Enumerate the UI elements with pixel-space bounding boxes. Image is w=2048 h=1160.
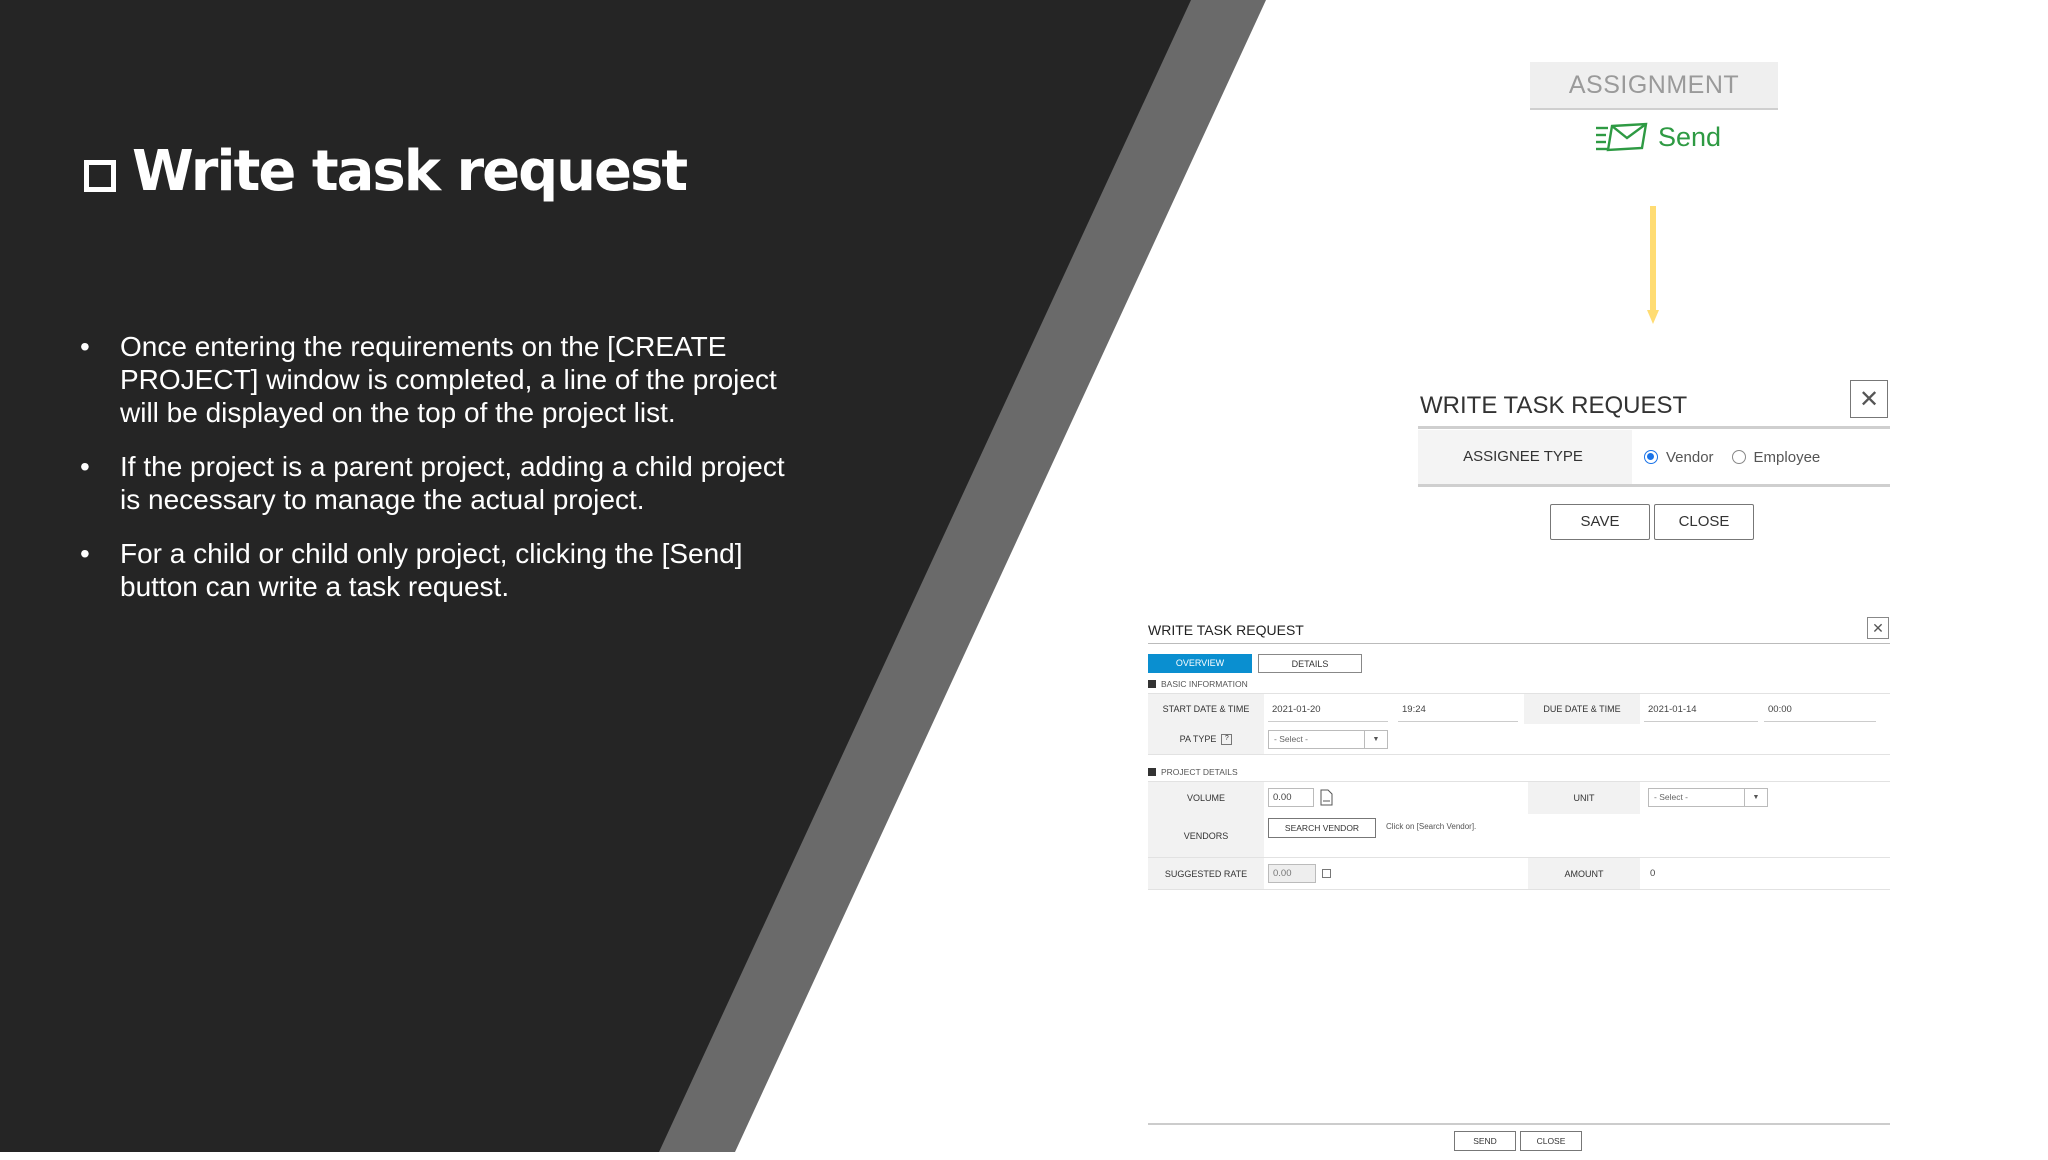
radio-employee[interactable] <box>1731 450 1746 464</box>
close-icon[interactable]: ✕ <box>1867 617 1889 639</box>
divider <box>1148 1123 1890 1125</box>
radio-vendor[interactable] <box>1644 450 1658 464</box>
start-date-field[interactable]: 2021-01-20 <box>1272 704 1321 715</box>
unit-label: UNIT <box>1528 782 1640 814</box>
section-label: BASIC INFORMATION <box>1161 679 1248 689</box>
section-icon <box>1148 768 1156 776</box>
divider <box>1418 426 1890 429</box>
send-label: Send <box>1658 121 1722 152</box>
bullet-item: If the project is a parent project, addi… <box>80 450 800 516</box>
volume-unit-row: VOLUME 0.00 UNIT - Select - ▼ <box>1148 781 1890 815</box>
start-date-label: START DATE & TIME <box>1148 694 1264 724</box>
slide-title: Write task request <box>84 132 688 212</box>
underline <box>1398 721 1518 722</box>
section-icon <box>1148 680 1156 688</box>
underline <box>1644 721 1758 722</box>
volume-input[interactable]: 0.00 <box>1268 788 1314 807</box>
checkbox-icon <box>84 160 116 192</box>
chevron-down-icon: ▼ <box>1364 731 1387 748</box>
vendors-row: VENDORS SEARCH VENDOR Click on [Search V… <box>1148 814 1890 858</box>
pa-type-row: PA TYPE? - Select - ▼ <box>1148 724 1890 755</box>
volume-label: VOLUME <box>1148 782 1264 814</box>
dialog-title: WRITE TASK REQUEST <box>1420 392 1688 419</box>
pa-type-label: PA TYPE? <box>1148 724 1264 754</box>
section-project-details: PROJECT DETAILS <box>1148 765 1238 779</box>
select-value: - Select - <box>1274 734 1309 744</box>
rate-amount-row: SUGGESTED RATE 0.00 AMOUNT 0 <box>1148 858 1890 890</box>
save-button[interactable]: SAVE <box>1550 504 1650 540</box>
assignee-type-row: ASSIGNEE TYPE Vendor Employee <box>1418 430 1890 484</box>
assignee-type-label: ASSIGNEE TYPE <box>1463 448 1583 465</box>
suggested-rate-input[interactable]: 0.00 <box>1268 864 1316 883</box>
close-icon[interactable]: ✕ <box>1850 380 1888 418</box>
due-time-field[interactable]: 00:00 <box>1768 704 1792 715</box>
amount-label: AMOUNT <box>1528 858 1640 889</box>
select-value: - Select - <box>1654 792 1689 802</box>
section-basic-information: BASIC INFORMATION <box>1148 677 1248 691</box>
bullet-item: For a child or child only project, click… <box>80 537 800 603</box>
amount-value: 0 <box>1650 868 1656 879</box>
pa-type-select[interactable]: - Select - ▼ <box>1268 730 1388 749</box>
envelope-icon <box>1596 122 1648 152</box>
bullet-item: Once entering the requirements on the [C… <box>80 330 800 429</box>
due-date-label: DUE DATE & TIME <box>1524 694 1640 724</box>
close-button[interactable]: CLOSE <box>1654 504 1754 540</box>
section-label: PROJECT DETAILS <box>1161 767 1238 777</box>
help-icon[interactable]: ? <box>1221 733 1233 745</box>
divider <box>1148 643 1890 644</box>
start-due-row: START DATE & TIME 2021-01-20 19:24 DUE D… <box>1148 693 1890 725</box>
unit-select[interactable]: - Select - ▼ <box>1648 788 1768 807</box>
bullet-list: Once entering the requirements on the [C… <box>80 330 800 624</box>
assignment-header: ASSIGNMENT <box>1530 62 1778 110</box>
tab-overview[interactable]: OVERVIEW <box>1148 654 1252 673</box>
radio-employee-label: Employee <box>1753 448 1821 466</box>
search-vendor-button[interactable]: SEARCH VENDOR <box>1268 818 1376 838</box>
underline <box>1764 721 1876 722</box>
due-date-field[interactable]: 2021-01-14 <box>1648 704 1697 715</box>
tab-details[interactable]: DETAILS <box>1258 654 1362 673</box>
pa-type-label-text: PA TYPE <box>1179 734 1217 744</box>
arrow-down-icon <box>1647 206 1659 324</box>
divider <box>1418 484 1890 487</box>
dialog-title: WRITE TASK REQUEST <box>1148 622 1304 638</box>
assignee-type-options: Vendor Employee <box>1632 430 1890 484</box>
suggested-rate-checkbox[interactable] <box>1322 869 1331 878</box>
vendor-hint: Click on [Search Vendor]. <box>1386 822 1477 831</box>
vendors-label: VENDORS <box>1148 814 1264 857</box>
underline <box>1268 721 1388 722</box>
chevron-down-icon: ▼ <box>1744 789 1767 806</box>
send-button[interactable]: SEND <box>1454 1131 1516 1151</box>
start-time-field[interactable]: 19:24 <box>1402 704 1426 715</box>
send-button[interactable]: Send <box>1594 118 1721 156</box>
close-button[interactable]: CLOSE <box>1520 1131 1582 1151</box>
write-task-request-dialog: WRITE TASK REQUEST ✕ OVERVIEW DETAILS BA… <box>1148 615 1890 1160</box>
slide-title-text: Write task request <box>132 139 688 204</box>
radio-vendor-label: Vendor <box>1666 448 1714 466</box>
suggested-rate-label: SUGGESTED RATE <box>1148 858 1264 889</box>
document-icon[interactable] <box>1320 789 1333 806</box>
